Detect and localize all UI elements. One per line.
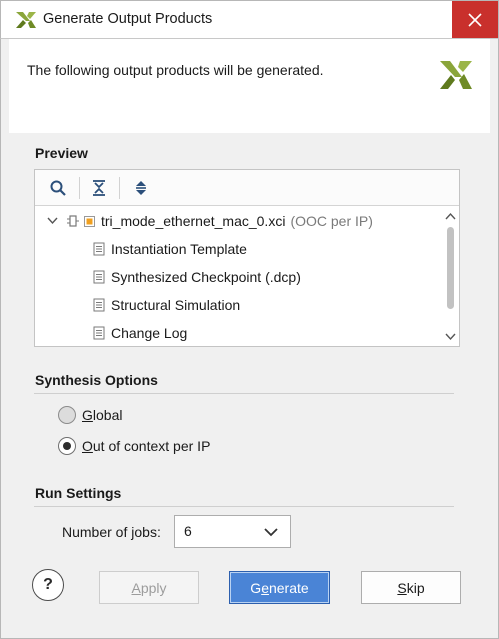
tree-item-label: Synthesized Checkpoint (.dcp) (111, 269, 301, 285)
scroll-up-icon[interactable] (445, 211, 456, 222)
title-bar: Generate Output Products (0, 0, 499, 39)
search-button[interactable] (47, 178, 69, 198)
radio-global[interactable] (58, 406, 76, 424)
section-divider (34, 506, 454, 507)
app-logo-icon (16, 12, 36, 28)
output-products-tree: tri_mode_ethernet_mac_0.xci (OOC per IP)… (35, 207, 441, 346)
header-panel: The following output products will be ge… (9, 39, 490, 133)
jobs-dropdown[interactable]: 6 (174, 515, 291, 548)
tree-item-label: Instantiation Template (111, 241, 247, 257)
expand-all-icon (136, 181, 146, 195)
tree-root-row[interactable]: tri_mode_ethernet_mac_0.xci (OOC per IP) (47, 207, 373, 235)
chevron-down-icon[interactable] (47, 217, 58, 225)
collapse-all-icon (93, 180, 105, 196)
radio-global-label[interactable]: Global (82, 407, 122, 423)
radio-out-of-context-label[interactable]: Out of context per IP (82, 438, 210, 454)
synthesis-section-title: Synthesis Options (35, 372, 158, 388)
tree-item-label: Structural Simulation (111, 297, 241, 313)
tree-root-suffix: (OOC per IP) (290, 213, 373, 229)
tree-item[interactable]: Instantiation Template (93, 235, 247, 263)
tree-item[interactable]: Synthesized Checkpoint (.dcp) (93, 263, 301, 291)
skip-button[interactable]: Skip (361, 571, 461, 604)
generate-button[interactable]: Ge nerate (229, 571, 330, 604)
scroll-down-icon[interactable] (445, 331, 456, 342)
close-button[interactable] (452, 1, 498, 39)
intro-message: The following output products will be ge… (27, 62, 324, 78)
document-icon (93, 270, 105, 284)
brand-logo-icon (440, 61, 472, 89)
toolbar-separator (79, 177, 80, 199)
tree-item-label: Change Log (111, 325, 188, 341)
radio-out-of-context[interactable] (58, 437, 76, 455)
run-settings-section-title: Run Settings (35, 485, 122, 501)
ip-core-icon (67, 215, 79, 227)
help-icon: ? (43, 576, 53, 593)
collapse-all-button[interactable] (88, 178, 110, 198)
scrollbar-thumb[interactable] (447, 227, 454, 309)
help-button[interactable]: ? (32, 569, 64, 601)
chevron-down-icon (264, 528, 278, 537)
preview-panel: tri_mode_ethernet_mac_0.xci (OOC per IP)… (34, 169, 460, 347)
window-title: Generate Output Products (43, 11, 213, 27)
close-icon (468, 13, 482, 27)
document-icon (93, 242, 105, 256)
tree-scrollbar[interactable] (442, 207, 459, 346)
search-icon (50, 180, 66, 196)
document-icon (93, 298, 105, 312)
preview-section-title: Preview (35, 145, 88, 161)
jobs-label: Number of jobs: (62, 524, 161, 540)
section-divider (34, 393, 454, 394)
tree-item[interactable]: Structural Simulation (93, 291, 240, 319)
preview-toolbar (35, 170, 459, 206)
ooc-status-icon (84, 215, 95, 227)
jobs-selected-value: 6 (184, 523, 192, 539)
document-icon (93, 326, 105, 340)
toolbar-separator (119, 177, 120, 199)
apply-button[interactable]: Apply (99, 571, 199, 604)
tree-root-label: tri_mode_ethernet_mac_0.xci (101, 213, 286, 229)
expand-all-button[interactable] (130, 178, 152, 198)
radio-selected-dot (63, 442, 71, 450)
tree-item[interactable]: Change Log (93, 319, 187, 346)
